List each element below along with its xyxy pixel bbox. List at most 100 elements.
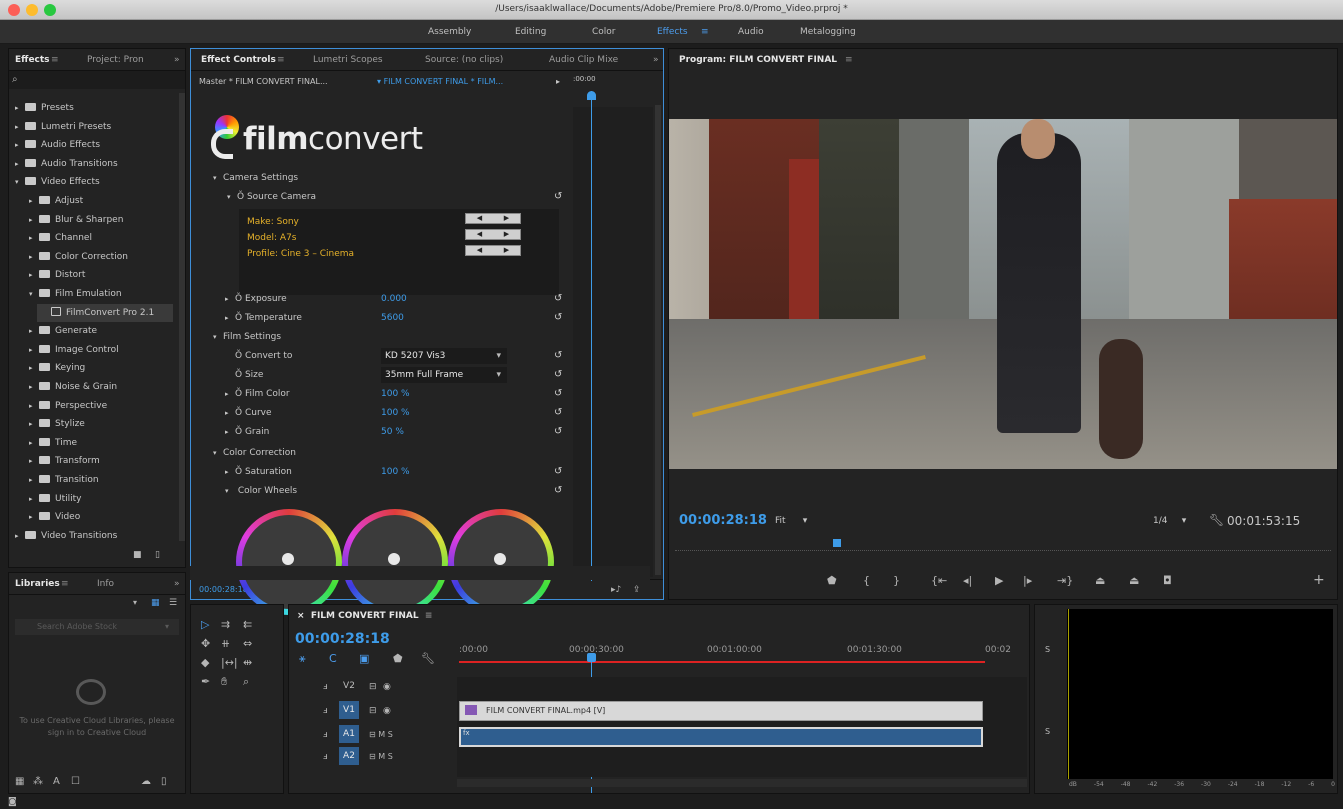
- snap-icon[interactable]: ⚹: [299, 653, 306, 665]
- tab-project[interactable]: Project: Pron: [87, 55, 144, 65]
- effects-tree-item[interactable]: ▸ Transform: [29, 452, 100, 470]
- reset-icon[interactable]: ↺: [554, 293, 562, 304]
- film-color-value[interactable]: 100 %: [381, 385, 410, 403]
- ec-playhead[interactable]: [591, 91, 592, 581]
- wrench-icon[interactable]: 🔧︎: [1209, 514, 1224, 526]
- camera-settings-group[interactable]: ▾ Camera Settings: [213, 169, 298, 187]
- exposure-value[interactable]: 0.000: [381, 290, 407, 308]
- play-only-icon[interactable]: ▸: [556, 77, 560, 86]
- stock-search-input[interactable]: Search Adobe Stock: [15, 619, 179, 635]
- chevron-right-icon[interactable]: ▸: [29, 415, 39, 433]
- tab-menu-icon[interactable]: ≡: [845, 55, 853, 65]
- midtones-color-wheel[interactable]: [342, 509, 448, 615]
- chevron-right-icon[interactable]: ▸: [29, 452, 39, 470]
- chevron-right-icon[interactable]: ▸: [29, 248, 39, 266]
- chevron-right-icon[interactable]: ▸: [29, 397, 39, 415]
- effects-tree-item[interactable]: ▸ Color Correction: [29, 248, 128, 266]
- effects-scrollbar[interactable]: [179, 93, 185, 541]
- chevron-down-icon[interactable]: ▾: [133, 597, 137, 609]
- program-scrub-bar[interactable]: [675, 545, 1331, 551]
- program-timecode[interactable]: 00:00:28:18: [679, 513, 767, 528]
- make-arrows[interactable]: ◀ ▶: [465, 213, 521, 224]
- audio-clip[interactable]: [459, 727, 983, 747]
- play-icon[interactable]: ▶: [995, 575, 1003, 587]
- reset-icon[interactable]: ↺: [554, 466, 562, 477]
- source-camera-group[interactable]: ▾ Ŏ Source Camera: [227, 188, 316, 206]
- text-style-icon[interactable]: A: [53, 776, 60, 788]
- grid-icon[interactable]: ▦: [15, 776, 24, 788]
- chevron-down-icon[interactable]: ▾: [29, 285, 39, 303]
- timeline-ruler[interactable]: :00:00 00:00:30:00 00:01:00:00 00:01:30:…: [459, 641, 1019, 671]
- razor-tool-icon[interactable]: ◆: [201, 657, 209, 669]
- track-v1-label[interactable]: V1: [339, 701, 359, 719]
- list-view-icon[interactable]: ☰: [169, 597, 177, 609]
- workspace-menu-icon[interactable]: ≡: [701, 27, 709, 37]
- shadows-color-wheel[interactable]: [236, 509, 342, 615]
- solo-right-label[interactable]: S: [1045, 727, 1050, 736]
- effects-tree-item[interactable]: FilmConvert Pro 2.1: [37, 303, 173, 322]
- reset-icon[interactable]: ↺: [554, 407, 562, 418]
- reset-icon[interactable]: ↺: [554, 312, 562, 323]
- workspace-effects[interactable]: Effects: [657, 27, 688, 37]
- color-wheels-group[interactable]: ▾ Color Wheels: [225, 482, 297, 500]
- ripple-edit-tool-icon[interactable]: ✥: [201, 638, 210, 650]
- panel-overflow-icon[interactable]: »: [174, 579, 180, 589]
- video-clip[interactable]: FILM CONVERT FINAL.mp4 [V]: [459, 701, 983, 721]
- effects-tree-item[interactable]: ▸ Noise & Grain: [29, 378, 117, 396]
- slide-tool-icon[interactable]: ⇹: [243, 657, 252, 669]
- lock-icon[interactable]: ⅎ: [323, 751, 328, 763]
- film-settings-group[interactable]: ▾ Film Settings: [213, 328, 281, 346]
- timeline-timecode[interactable]: 00:00:28:18: [295, 631, 390, 647]
- chevron-right-icon[interactable]: ▸: [29, 266, 39, 284]
- workspace-audio[interactable]: Audio: [738, 27, 764, 37]
- grain-row[interactable]: ▸ Ŏ Grain: [225, 423, 269, 441]
- sequence-marker-icon[interactable]: ▣: [359, 653, 369, 665]
- resolution-dropdown[interactable]: 1/4 ▾: [1153, 516, 1186, 526]
- effects-tree-item[interactable]: ▾ Video Effects: [15, 173, 100, 191]
- workspace-editing[interactable]: Editing: [515, 27, 546, 37]
- chevron-right-icon[interactable]: ▸: [29, 359, 39, 377]
- effects-tree-item[interactable]: ▸ Image Control: [29, 341, 119, 359]
- filter-icon[interactable]: ▸♪: [611, 584, 621, 596]
- go-to-in-icon[interactable]: {⇤: [931, 575, 947, 587]
- effects-search-input[interactable]: ⌕: [9, 71, 185, 89]
- sync-lock-icon[interactable]: ⊟: [369, 705, 377, 717]
- panel-overflow-icon[interactable]: »: [174, 55, 180, 65]
- reset-icon[interactable]: ↺: [554, 369, 562, 380]
- tab-timeline[interactable]: × FILM CONVERT FINAL ≡: [297, 611, 432, 621]
- lock-icon[interactable]: ⅎ: [323, 729, 328, 741]
- timeline-settings-icon[interactable]: 🔧︎: [421, 653, 435, 665]
- effects-tree-item[interactable]: ▸ Utility: [29, 490, 81, 508]
- chevron-right-icon[interactable]: ▸: [29, 378, 39, 396]
- ec-playhead-handle[interactable]: [587, 91, 596, 100]
- chevron-right-icon[interactable]: ▸: [29, 211, 39, 229]
- slip-tool-icon[interactable]: |↔|: [221, 657, 238, 669]
- zoom-tool-icon[interactable]: ⌕: [243, 676, 249, 688]
- solo-left-label[interactable]: S: [1045, 645, 1050, 654]
- track-v2-label[interactable]: V2: [339, 677, 359, 695]
- effects-tree-item[interactable]: ▸ Video: [29, 508, 80, 526]
- effects-tree-item[interactable]: ▸ Transition: [29, 471, 99, 489]
- tab-menu-icon[interactable]: ≡: [61, 579, 69, 589]
- curve-row[interactable]: ▸ Ŏ Curve: [225, 404, 272, 422]
- profile-arrows[interactable]: ◀ ▶: [465, 245, 521, 256]
- reset-icon[interactable]: ↺: [554, 426, 562, 437]
- tab-libraries[interactable]: Libraries: [15, 579, 60, 589]
- extract-icon[interactable]: ⏏︎: [1129, 575, 1139, 587]
- chevron-right-icon[interactable]: ▸: [29, 490, 39, 508]
- tab-menu-icon[interactable]: ≡: [277, 55, 285, 65]
- effects-tree-item[interactable]: ▸ Stylize: [29, 415, 85, 433]
- trash-icon[interactable]: ▯: [155, 549, 160, 561]
- tab-lumetri-scopes[interactable]: Lumetri Scopes: [313, 55, 383, 65]
- mark-in-icon[interactable]: {: [863, 575, 870, 587]
- track-select-tool-icon[interactable]: ⇉: [221, 619, 230, 631]
- chevron-right-icon[interactable]: ▸: [15, 118, 25, 136]
- effects-tree-item[interactable]: ▸ Perspective: [29, 397, 107, 415]
- highlights-color-wheel[interactable]: [448, 509, 554, 615]
- brush-icon[interactable]: ⁂: [33, 776, 43, 788]
- add-marker-icon[interactable]: ⬟: [393, 653, 403, 665]
- workspace-color[interactable]: Color: [592, 27, 616, 37]
- effects-tree-item[interactable]: ▸ Time: [29, 434, 77, 452]
- temperature-row[interactable]: ▸ Ŏ Temperature: [225, 309, 302, 327]
- temperature-value[interactable]: 5600: [381, 309, 404, 327]
